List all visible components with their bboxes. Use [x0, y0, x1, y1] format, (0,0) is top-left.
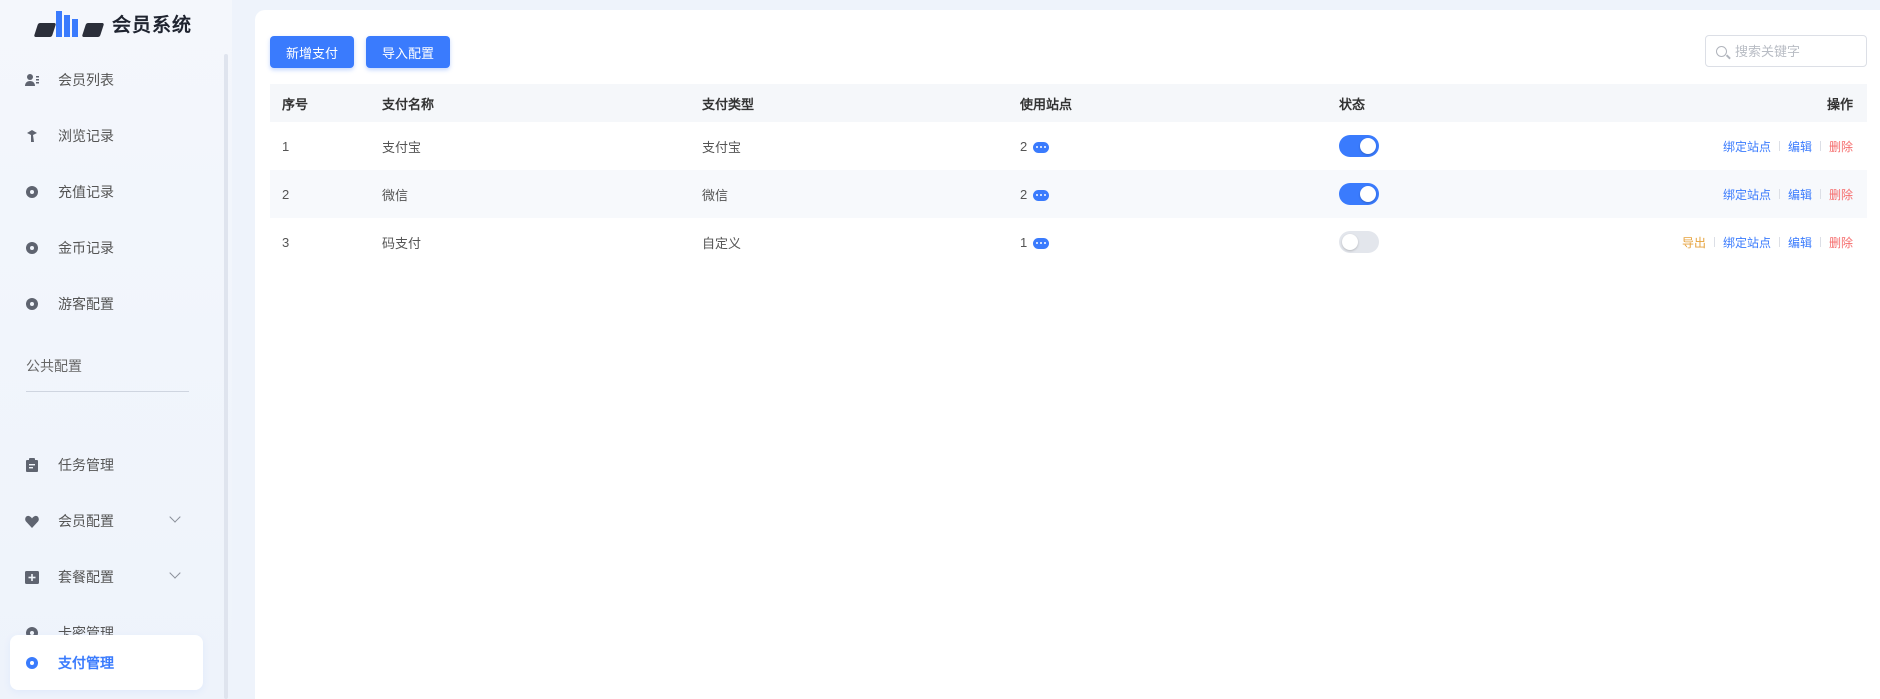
chevron-down-icon: [169, 567, 181, 579]
plus-box-icon: [24, 569, 40, 585]
status-toggle[interactable]: [1339, 183, 1379, 205]
sidebar-item-label: 会员列表: [58, 72, 114, 88]
search-input[interactable]: [1735, 43, 1855, 59]
cell-index: 2: [282, 186, 290, 202]
cell-actions: 导出 绑定站点 编辑 删除: [1682, 234, 1853, 251]
divider: [1778, 237, 1780, 247]
cell-index: 3: [282, 234, 290, 250]
divider: [1819, 237, 1821, 247]
header-status: 状态: [1339, 96, 1366, 112]
cell-type: 支付宝: [702, 139, 742, 155]
cell-status: [1339, 135, 1379, 157]
users-icon: [24, 72, 40, 88]
cell-sites: 2: [1020, 139, 1049, 154]
sidebar-item-label: 浏览记录: [58, 128, 114, 144]
sidebar-item-task-management[interactable]: 任务管理: [10, 439, 203, 491]
more-icon[interactable]: [1032, 189, 1049, 201]
dot-icon: [24, 655, 40, 671]
sidebar-item-payment-management[interactable]: 支付管理: [10, 635, 203, 690]
edit-link[interactable]: 编辑: [1788, 234, 1812, 251]
cell-name: 支付宝: [382, 139, 422, 155]
delete-link[interactable]: 删除: [1829, 138, 1853, 155]
table-row: 3 码支付 自定义 1 导出 绑定站点 编辑 删除: [270, 218, 1867, 266]
sidebar-item-browse-history[interactable]: 浏览记录: [10, 110, 203, 162]
cell-sites: 2: [1020, 187, 1049, 202]
sidebar-scrollbar[interactable]: [224, 54, 228, 699]
sidebar-item-package-config[interactable]: 套餐配置: [10, 551, 203, 603]
sites-count: 2: [1020, 186, 1028, 202]
browse-icon: [24, 128, 40, 144]
dot-icon: [24, 296, 40, 312]
main-panel: 新增支付 导入配置 序号 支付名称 支付类型 使用站点 状态 操作 1 支付宝 …: [255, 10, 1880, 699]
divider: [1713, 237, 1715, 247]
sidebar-item-label: 充值记录: [58, 184, 114, 200]
app-title: 会员系统: [112, 14, 193, 36]
bind-site-link[interactable]: 绑定站点: [1723, 186, 1771, 203]
payment-table: 序号 支付名称 支付类型 使用站点 状态 操作 1 支付宝 支付宝 2 绑定站点…: [270, 84, 1867, 266]
add-payment-button[interactable]: 新增支付: [270, 36, 355, 68]
header-index: 序号: [282, 96, 309, 112]
cell-actions: 绑定站点 编辑 删除: [1723, 138, 1853, 155]
sidebar-item-guest-config[interactable]: 游客配置: [10, 278, 203, 330]
more-icon[interactable]: [1032, 237, 1049, 249]
cell-actions: 绑定站点 编辑 删除: [1723, 186, 1853, 203]
sidebar-item-member-config[interactable]: 会员配置: [10, 495, 203, 547]
divider: [1778, 189, 1780, 199]
cell-sites: 1: [1020, 235, 1049, 250]
status-toggle[interactable]: [1339, 231, 1379, 253]
sidebar-item-label: 金币记录: [58, 240, 114, 256]
section-divider: [26, 391, 189, 392]
cell-status: [1339, 231, 1379, 253]
header-name: 支付名称: [382, 96, 435, 112]
header-sites: 使用站点: [1020, 96, 1073, 112]
dot-icon: [24, 184, 40, 200]
cell-status: [1339, 183, 1379, 205]
sites-count: 2: [1020, 138, 1028, 154]
divider: [1819, 141, 1821, 151]
sidebar-item-label: 游客配置: [58, 296, 114, 312]
table-row: 2 微信 微信 2 绑定站点 编辑 删除: [270, 170, 1867, 218]
import-config-button[interactable]: 导入配置: [366, 36, 451, 68]
logo[interactable]: 会员系统: [33, 6, 193, 40]
sidebar-item-label: 任务管理: [58, 457, 114, 473]
sites-count: 1: [1020, 234, 1028, 250]
search-icon: [1716, 45, 1727, 57]
header-type: 支付类型: [702, 96, 755, 112]
cell-name: 微信: [382, 187, 409, 203]
cell-index: 1: [282, 138, 290, 154]
edit-link[interactable]: 编辑: [1788, 186, 1812, 203]
sidebar: 会员系统 会员列表 浏览记录 充值记录 金币记录 游客配置 公共配置 任务管理 …: [0, 0, 232, 699]
bind-site-link[interactable]: 绑定站点: [1723, 138, 1771, 155]
sidebar-item-coin-records[interactable]: 金币记录: [10, 222, 203, 274]
sidebar-item-recharge-records[interactable]: 充值记录: [10, 166, 203, 218]
more-icon[interactable]: [1032, 141, 1049, 153]
sidebar-item-label: 会员配置: [58, 513, 114, 529]
table-row: 1 支付宝 支付宝 2 绑定站点 编辑 删除: [270, 122, 1867, 170]
sidebar-item-member-list[interactable]: 会员列表: [10, 54, 203, 106]
delete-link[interactable]: 删除: [1829, 234, 1853, 251]
cell-name: 码支付: [382, 235, 422, 251]
cms-logo-icon: [33, 9, 105, 37]
divider: [1819, 189, 1821, 199]
divider: [1778, 141, 1780, 151]
clipboard-icon: [24, 457, 40, 473]
edit-link[interactable]: 编辑: [1788, 138, 1812, 155]
section-title-public-config: 公共配置: [26, 358, 82, 374]
dot-icon: [24, 240, 40, 256]
search-box[interactable]: [1705, 35, 1867, 67]
cell-type: 微信: [702, 187, 729, 203]
sidebar-item-label: 套餐配置: [58, 569, 114, 585]
header-actions: 操作: [1826, 96, 1853, 112]
export-link[interactable]: 导出: [1682, 234, 1706, 251]
cell-type: 自定义: [702, 235, 742, 251]
status-toggle[interactable]: [1339, 135, 1379, 157]
table-header: 序号 支付名称 支付类型 使用站点 状态 操作: [270, 84, 1867, 122]
chevron-down-icon: [169, 511, 181, 523]
sidebar-item-label: 支付管理: [58, 654, 114, 671]
heart-icon: [24, 513, 40, 529]
bind-site-link[interactable]: 绑定站点: [1723, 234, 1771, 251]
delete-link[interactable]: 删除: [1829, 186, 1853, 203]
